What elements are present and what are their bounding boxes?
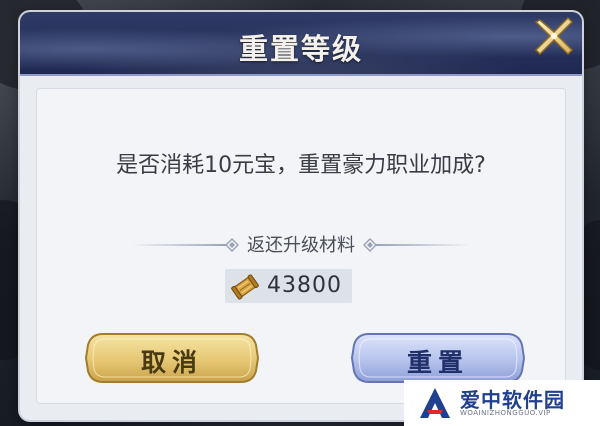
- confirm-question: 是否消耗10元宝，重置豪力职业加成?: [116, 153, 486, 178]
- site-url: WOAINIZHONGGUO.VIP: [460, 409, 551, 417]
- cancel-button-label: 取消: [140, 348, 203, 377]
- diamond-ornament-icon: [363, 238, 377, 252]
- material-count: 43800: [267, 273, 342, 298]
- dialog-header: 重置等级: [20, 12, 582, 76]
- refund-material: 43800: [225, 269, 352, 303]
- site-watermark: 爱中软件园 WOAINIZHONGGUO.VIP: [404, 380, 600, 426]
- dialog-content: 是否消耗10元宝，重置豪力职业加成? 返还升级材料 43800 取消 重置: [36, 88, 566, 404]
- refund-divider: 返还升级材料: [37, 229, 565, 259]
- reset-button-label: 重置: [406, 348, 469, 377]
- divider-line-right: [376, 244, 471, 246]
- scroll-icon: [231, 274, 259, 300]
- dialog-title: 重置等级: [238, 32, 363, 66]
- refund-label: 返还升级材料: [247, 235, 355, 256]
- site-logo-icon: [420, 388, 450, 418]
- reset-button[interactable]: 重置: [351, 331, 525, 385]
- reset-level-dialog: 重置等级 是否消耗10元宝，重置豪力职业加成? 返还升级材料 43800 取消 …: [20, 12, 582, 420]
- cancel-button[interactable]: 取消: [85, 331, 259, 385]
- close-icon[interactable]: [528, 12, 580, 62]
